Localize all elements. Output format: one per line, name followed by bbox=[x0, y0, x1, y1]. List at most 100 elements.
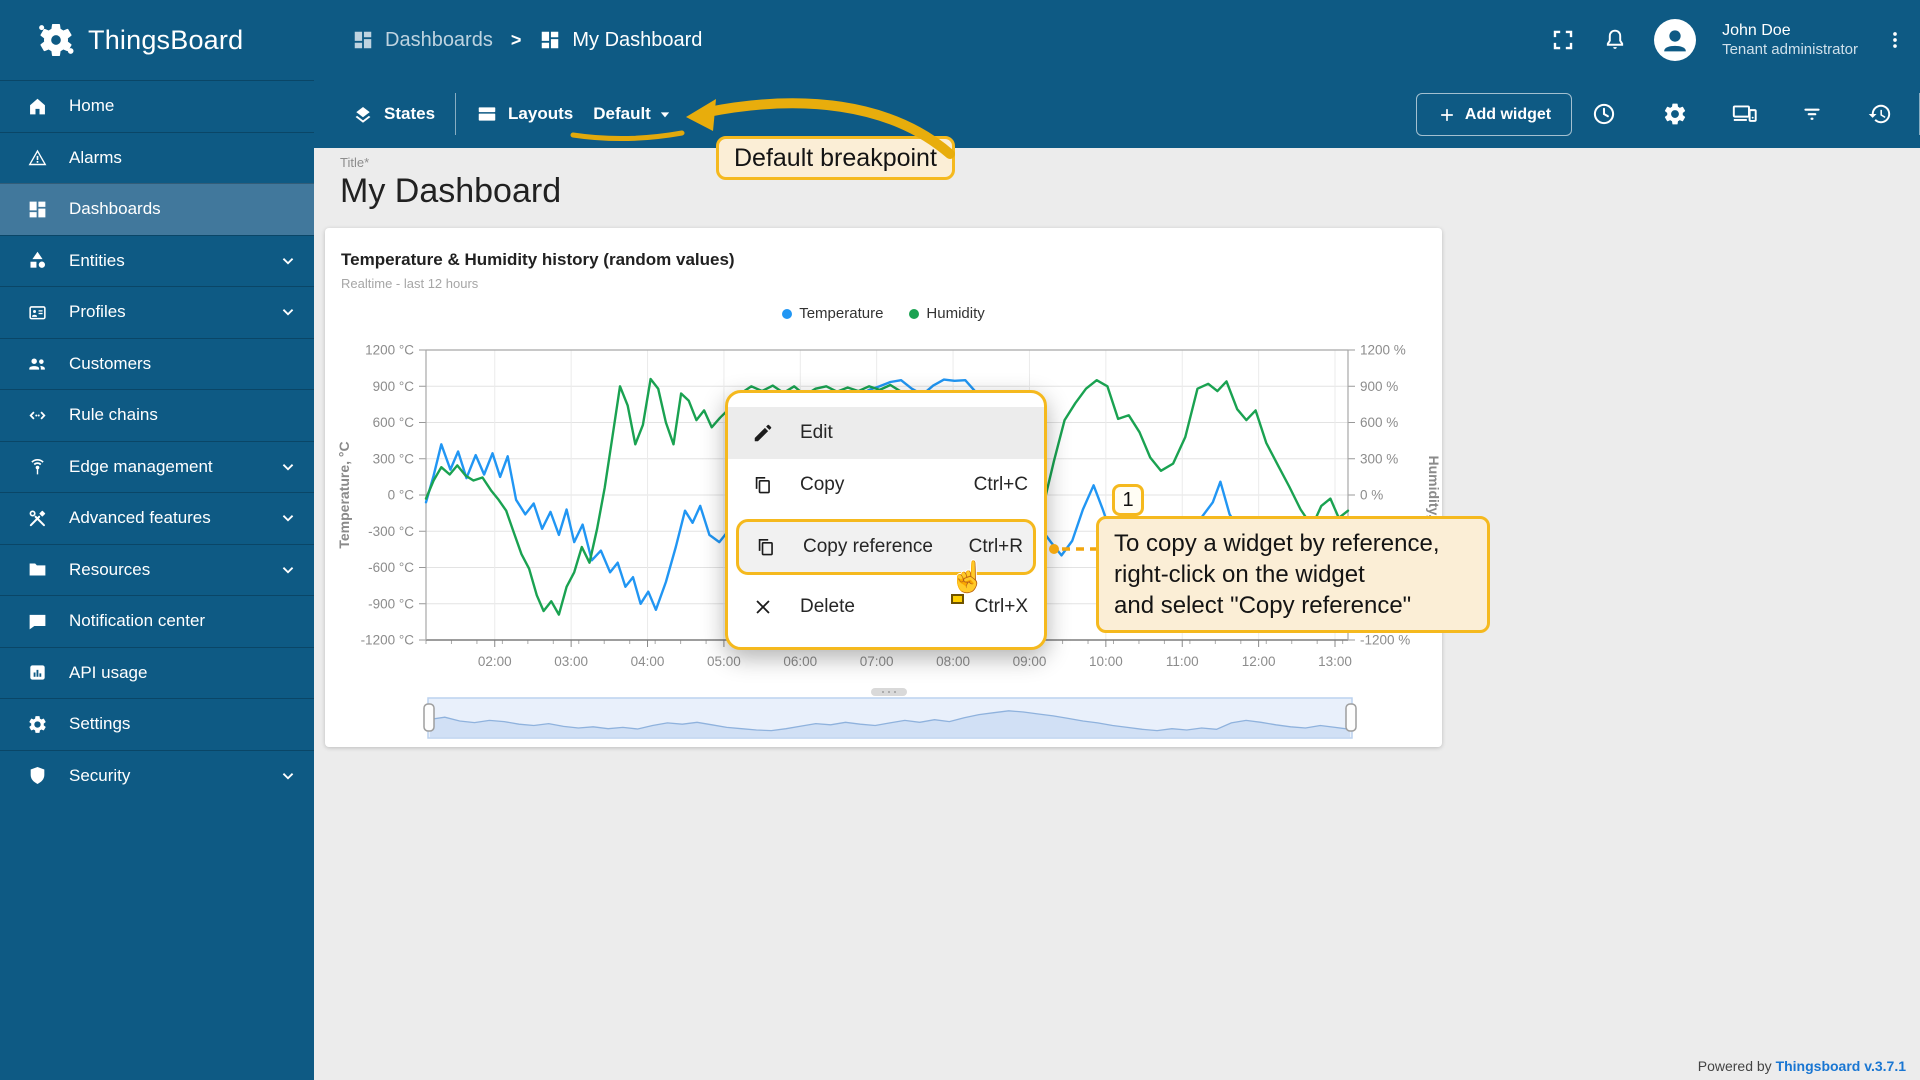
svg-text:06:00: 06:00 bbox=[783, 654, 817, 669]
timewindow-clock-icon[interactable] bbox=[1591, 101, 1617, 127]
sidebar-item-customers[interactable]: Customers bbox=[0, 337, 314, 390]
legend-dot-temperature bbox=[782, 308, 793, 319]
svg-text:900 °C: 900 °C bbox=[373, 379, 415, 394]
entity-aliases-devices-icon[interactable] bbox=[1731, 101, 1757, 127]
chevron-down-icon bbox=[278, 508, 298, 528]
sidebar-item-notification-center[interactable]: Notification center bbox=[0, 595, 314, 647]
home-icon bbox=[27, 96, 48, 117]
edge-antenna-icon bbox=[27, 456, 48, 477]
svg-text:12:00: 12:00 bbox=[1242, 654, 1276, 669]
shortcut-label: Ctrl+C bbox=[973, 474, 1028, 495]
context-menu-edit[interactable]: Edit bbox=[728, 407, 1044, 459]
api-usage-icon bbox=[27, 662, 48, 683]
step-number-badge: 1 bbox=[1112, 484, 1144, 516]
sidebar-item-profiles[interactable]: Profiles bbox=[0, 286, 314, 338]
sidebar-item-label: Alarms bbox=[69, 147, 122, 167]
svg-text:1200 °C: 1200 °C bbox=[365, 343, 414, 358]
powered-by-text: Powered by bbox=[1697, 1058, 1776, 1074]
sidebar-item-label: Customers bbox=[69, 353, 152, 373]
svg-text:10:00: 10:00 bbox=[1089, 654, 1123, 669]
thingsboard-app: ThingsBoard Home Alarms Dashboards Entit… bbox=[0, 0, 1920, 1080]
states-button[interactable]: States bbox=[352, 103, 435, 125]
sidebar-item-label: Advanced features bbox=[69, 508, 211, 528]
svg-text:11:00: 11:00 bbox=[1166, 654, 1199, 669]
dashboard-settings-gear-icon[interactable] bbox=[1662, 101, 1688, 127]
add-widget-button[interactable]: Add widget bbox=[1416, 93, 1572, 136]
svg-text:900 %: 900 % bbox=[1360, 379, 1398, 394]
fullscreen-icon[interactable] bbox=[1550, 27, 1576, 53]
context-menu-copy-reference[interactable]: Copy reference Ctrl+R bbox=[739, 522, 1033, 572]
svg-text:-1200 %: -1200 % bbox=[1360, 633, 1410, 648]
sidebar-item-rule-chains[interactable]: Rule chains bbox=[0, 389, 314, 441]
svg-text:-300 °C: -300 °C bbox=[368, 524, 414, 539]
widget-title: Temperature & Humidity history (random v… bbox=[341, 250, 735, 269]
user-block[interactable]: John Doe Tenant administrator bbox=[1722, 21, 1858, 60]
thingsboard-logo-icon bbox=[36, 20, 76, 60]
chart-legend: Temperature Humidity bbox=[325, 305, 1442, 322]
breadcrumb-dashboards[interactable]: Dashboards bbox=[352, 29, 493, 52]
dashboard-toolbar: States Layouts Default Add widget bbox=[314, 80, 1920, 148]
sidebar-item-entities[interactable]: Entities bbox=[0, 234, 314, 287]
cursor-highlight-box bbox=[951, 594, 964, 604]
sidebar-item-label: Entities bbox=[69, 250, 125, 270]
entities-icon bbox=[27, 250, 48, 271]
sidebar-item-edge-management[interactable]: Edge management bbox=[0, 440, 314, 493]
avatar[interactable] bbox=[1654, 19, 1697, 61]
gear-icon bbox=[27, 714, 48, 735]
sidebar-item-label: Security bbox=[69, 765, 131, 785]
chevron-down-icon bbox=[278, 251, 298, 271]
dashboards-icon bbox=[539, 29, 561, 51]
svg-text:04:00: 04:00 bbox=[631, 654, 665, 669]
svg-text:03:00: 03:00 bbox=[554, 654, 588, 669]
layout-icon bbox=[476, 103, 498, 125]
sidebar-item-api-usage[interactable]: API usage bbox=[0, 646, 314, 699]
edit-pencil-icon bbox=[752, 422, 774, 444]
sidebar-item-advanced-features[interactable]: Advanced features bbox=[0, 492, 314, 544]
sidebar-item-resources[interactable]: Resources bbox=[0, 543, 314, 596]
notification-bubble-icon bbox=[27, 611, 48, 632]
svg-text:02:00: 02:00 bbox=[478, 654, 512, 669]
legend-item-humidity[interactable]: Humidity bbox=[909, 305, 985, 322]
tools-icon bbox=[27, 508, 48, 529]
filters-icon[interactable] bbox=[1799, 101, 1825, 127]
shortcut-label: Ctrl+R bbox=[968, 536, 1023, 557]
legend-dot-humidity bbox=[909, 308, 920, 319]
svg-text:0 °C: 0 °C bbox=[388, 488, 415, 503]
svg-text:300 °C: 300 °C bbox=[373, 451, 415, 466]
svg-text:300 %: 300 % bbox=[1360, 451, 1398, 466]
toolbar-divider bbox=[455, 93, 457, 135]
svg-text:08:00: 08:00 bbox=[936, 654, 970, 669]
sidebar-item-label: Resources bbox=[69, 559, 151, 579]
sidebar-item-label: Home bbox=[69, 96, 115, 116]
sidebar-item-settings[interactable]: Settings bbox=[0, 698, 314, 750]
breadcrumb-my-dashboard[interactable]: My Dashboard bbox=[539, 29, 702, 52]
delete-x-icon bbox=[752, 596, 774, 618]
sidebar-item-home[interactable]: Home bbox=[0, 80, 314, 132]
sidebar-item-dashboards[interactable]: Dashboards bbox=[0, 183, 314, 235]
kebab-menu-icon[interactable] bbox=[1884, 29, 1906, 51]
sidebar-item-label: API usage bbox=[69, 662, 148, 682]
top-header: Dashboards > My Dashboard John Doe Tenan… bbox=[314, 0, 1920, 80]
version-history-icon[interactable] bbox=[1867, 101, 1893, 127]
chevron-down-icon bbox=[278, 302, 298, 322]
svg-text:13:00: 13:00 bbox=[1318, 654, 1352, 669]
dashboards-icon bbox=[27, 199, 48, 220]
svg-text:-600 °C: -600 °C bbox=[368, 560, 414, 575]
context-menu-copy[interactable]: Copy Ctrl+C bbox=[728, 459, 1044, 511]
sidebar-item-alarms[interactable]: Alarms bbox=[0, 131, 314, 184]
chevron-down-icon bbox=[278, 457, 298, 477]
legend-item-temperature[interactable]: Temperature bbox=[782, 305, 883, 322]
sidebar-item-label: Settings bbox=[69, 714, 131, 734]
svg-text:600 %: 600 % bbox=[1360, 415, 1398, 430]
sidebar-item-security[interactable]: Security bbox=[0, 749, 314, 802]
person-icon bbox=[1658, 23, 1692, 57]
breakpoint-callout: Default breakpoint bbox=[716, 136, 955, 180]
notifications-bell-icon[interactable] bbox=[1602, 27, 1628, 53]
hand-cursor-icon: ☝ bbox=[949, 561, 987, 594]
svg-text:Temperature, °C: Temperature, °C bbox=[336, 441, 352, 548]
layouts-button[interactable]: Layouts bbox=[476, 103, 573, 125]
version-link[interactable]: Thingsboard v.3.7.1 bbox=[1776, 1058, 1906, 1074]
app-logo[interactable]: ThingsBoard bbox=[0, 0, 314, 80]
context-menu-delete[interactable]: Delete Ctrl+X bbox=[728, 581, 1044, 633]
sidebar: ThingsBoard Home Alarms Dashboards Entit… bbox=[0, 0, 314, 1080]
